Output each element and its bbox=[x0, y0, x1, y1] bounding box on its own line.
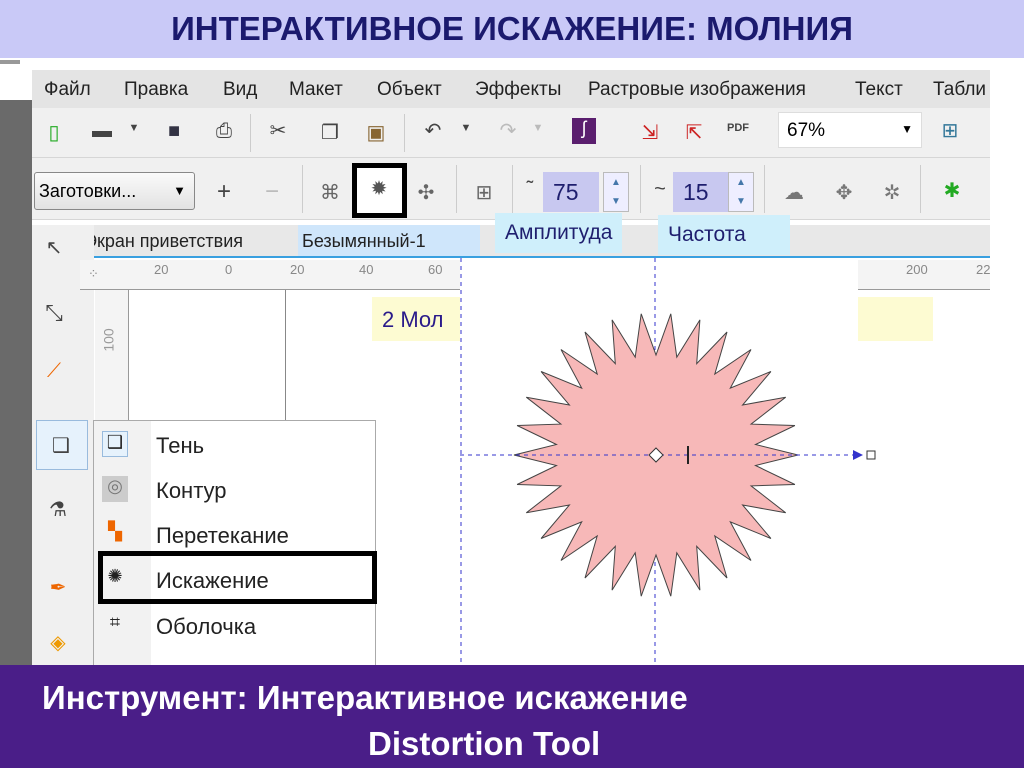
menu-item-envelope[interactable]: ⌗ Оболочка bbox=[94, 604, 375, 649]
effects-flyout-menu: ❑ Тень ◎ Контур ▚ Перетекание ✺ Искажение ⌗ О… bbox=[93, 420, 376, 670]
contour-icon: ◎ bbox=[102, 476, 128, 502]
caption-band: Инструмент: Интерактивное искажение Dist… bbox=[0, 665, 1024, 768]
menu-item-shadow[interactable]: ❑ Тень bbox=[94, 423, 375, 468]
distortion-end-handle[interactable] bbox=[866, 450, 876, 460]
arrow-icon bbox=[853, 450, 863, 460]
menu-item-label: Тень bbox=[156, 433, 205, 458]
menu-item-label: Перетекание bbox=[156, 523, 289, 548]
blend-icon: ▚ bbox=[108, 521, 122, 541]
caption-line-2: Distortion Tool bbox=[368, 725, 601, 762]
envelope-icon: ⌗ bbox=[109, 612, 121, 632]
menu-item-label: Контур bbox=[156, 478, 227, 503]
caption-line-1: Инструмент: Интерактивное искажение bbox=[42, 679, 688, 716]
menu-item-contour[interactable]: ◎ Контур bbox=[94, 468, 375, 513]
menu-item-label: Оболочка bbox=[156, 614, 257, 639]
distortion-highlight-frame bbox=[98, 551, 377, 604]
shadow-icon: ❑ bbox=[102, 431, 128, 457]
